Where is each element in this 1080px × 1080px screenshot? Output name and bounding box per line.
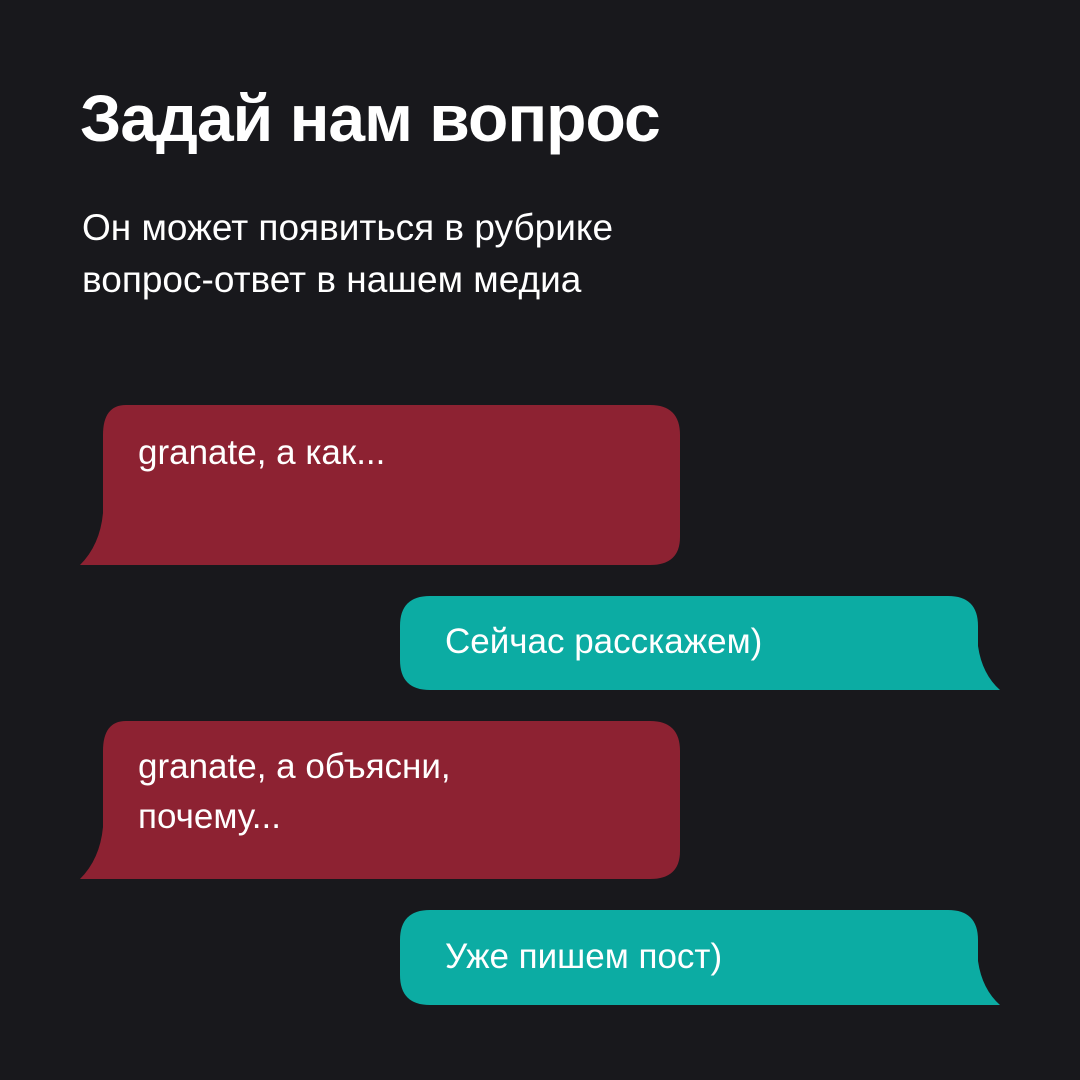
message-text: granate, а объясни, почему...: [138, 742, 451, 842]
message-text: Уже пишем пост): [445, 932, 722, 982]
subtitle-line: Он может появиться в рубрике: [82, 207, 614, 248]
message-line: granate, а объясни,: [138, 747, 451, 786]
message-bubble-incoming: granate, а как...: [80, 405, 680, 565]
message-text: granate, а как...: [138, 428, 385, 478]
message-bubble-outgoing: Уже пишем пост): [400, 910, 1000, 1005]
message-line: Уже пишем пост): [445, 937, 723, 976]
page-title: Задай нам вопрос: [80, 81, 661, 155]
message-line: почему...: [138, 797, 281, 836]
message-bubble-incoming: granate, а объясни, почему...: [80, 721, 680, 879]
subtitle-line: вопрос-ответ в нашем медиа: [82, 259, 582, 300]
message-text: Сейчас расскажем): [445, 617, 762, 667]
message-bubble-outgoing: Сейчас расскажем): [400, 596, 1000, 690]
page-subtitle: Он может появиться в рубрике вопрос-отве…: [82, 202, 613, 306]
message-line: granate, а как...: [138, 433, 386, 472]
message-line: Сейчас расскажем): [445, 622, 763, 661]
